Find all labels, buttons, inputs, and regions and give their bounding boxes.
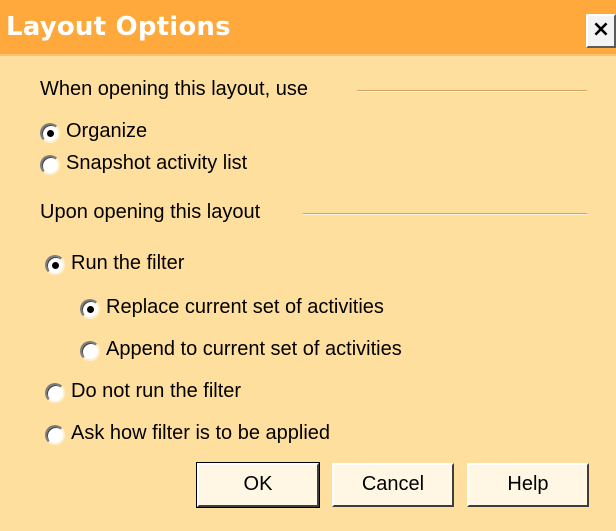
radio-do-not-run-control[interactable] — [45, 383, 65, 403]
upon-open-heading: Upon opening this layout — [40, 201, 261, 223]
radio-run-filter-label: Run the filter — [71, 252, 185, 274]
radio-replace-control[interactable] — [80, 299, 100, 319]
radio-do-not-run-label: Do not run the filter — [71, 380, 242, 402]
radio-organize-label: Organize — [66, 120, 148, 142]
dialog-titlebar[interactable]: Layout Options × — [0, 0, 616, 56]
radio-append-control[interactable] — [80, 341, 100, 361]
radio-ask-how-label: Ask how filter is to be applied — [71, 422, 331, 444]
radio-organize[interactable]: Organize — [40, 120, 340, 148]
open-with-separator — [357, 90, 587, 92]
radio-selected-dot — [47, 130, 54, 137]
close-button[interactable]: × — [586, 14, 616, 48]
radio-organize-control[interactable] — [40, 123, 60, 143]
radio-run-filter[interactable]: Run the filter — [45, 252, 345, 280]
radio-selected-dot — [52, 262, 59, 269]
radio-ask-how-control[interactable] — [45, 425, 65, 445]
radio-append-activities[interactable]: Append to current set of activities — [80, 338, 480, 366]
dialog-content: When opening this layout, use Organize S… — [0, 56, 616, 531]
close-icon: × — [591, 17, 611, 42]
layout-options-dialog: Layout Options × When opening this layou… — [0, 0, 616, 531]
upon-open-separator — [303, 213, 587, 215]
radio-snapshot-activity-list[interactable]: Snapshot activity list — [40, 152, 340, 180]
cancel-button[interactable]: Cancel — [332, 463, 454, 507]
radio-snapshot-control[interactable] — [40, 155, 60, 175]
radio-selected-dot — [87, 306, 94, 313]
radio-run-filter-control[interactable] — [45, 255, 65, 275]
open-with-heading: When opening this layout, use — [40, 78, 308, 100]
radio-replace-label: Replace current set of activities — [106, 296, 384, 318]
radio-append-label: Append to current set of activities — [106, 338, 402, 360]
ok-button[interactable]: OK — [196, 462, 320, 508]
help-button[interactable]: Help — [467, 463, 589, 507]
radio-replace-activities[interactable]: Replace current set of activities — [80, 296, 460, 324]
radio-ask-how-filter[interactable]: Ask how filter is to be applied — [45, 422, 405, 450]
radio-do-not-run-filter[interactable]: Do not run the filter — [45, 380, 345, 408]
radio-snapshot-label: Snapshot activity list — [66, 152, 248, 174]
dialog-title: Layout Options — [6, 12, 231, 42]
